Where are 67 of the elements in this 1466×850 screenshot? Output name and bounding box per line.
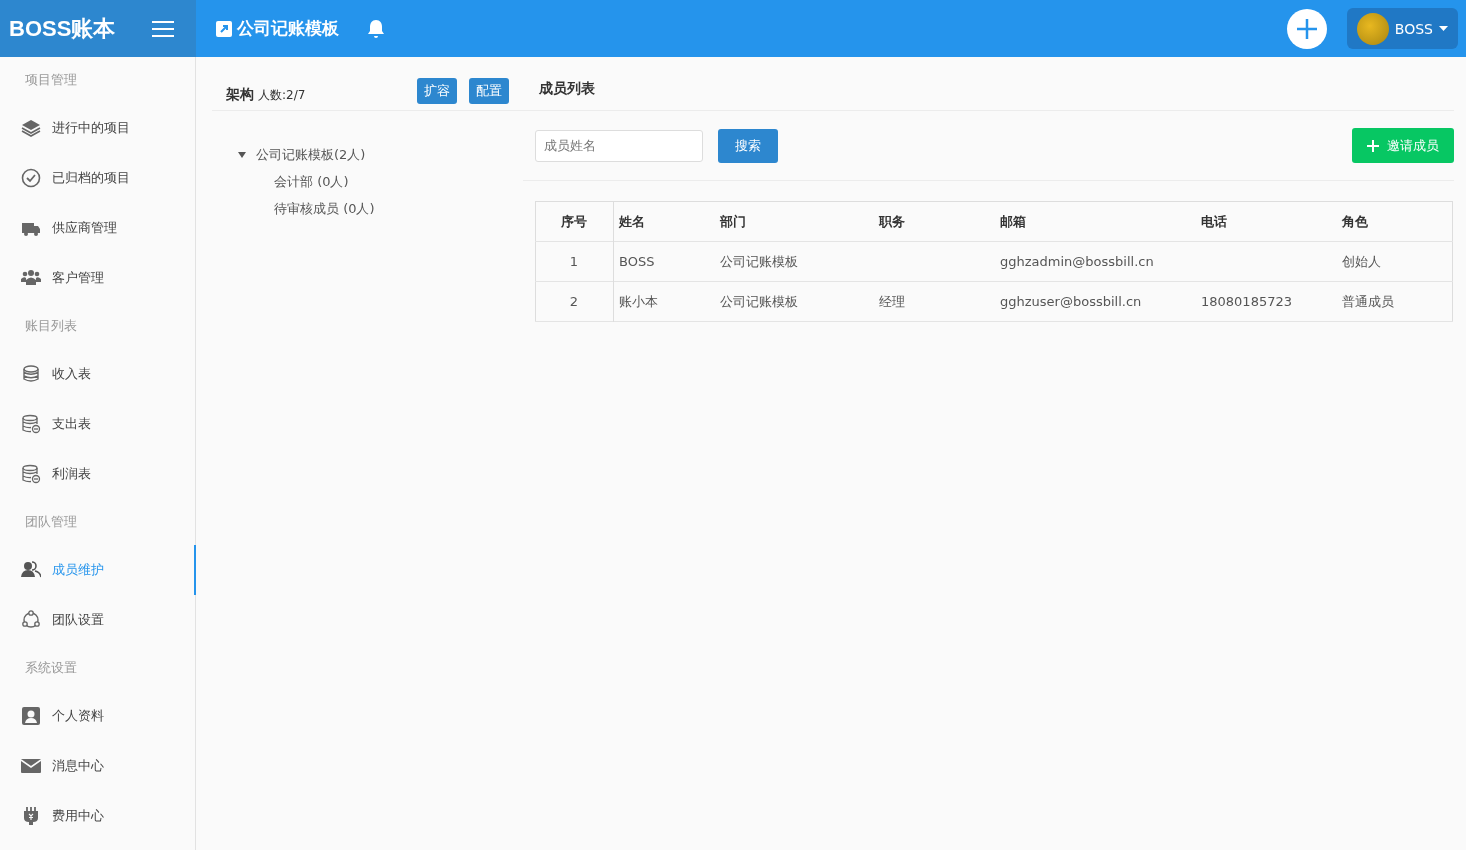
panel-button[interactable]: 扩容 [417,78,457,104]
table-cell: gghzadmin@bossbill.cn [995,241,1196,282]
table-cell: 公司记账模板 [715,241,874,282]
add-button[interactable] [1286,8,1327,49]
panel-button[interactable]: 配置 [469,78,509,104]
column-header: 角色 [1337,201,1453,242]
sidebar-item[interactable]: 个人资料 [0,691,195,741]
circle-nodes-icon [21,610,41,630]
table-cell: 普通成员 [1337,281,1453,322]
sidebar-item[interactable]: 收入表 [0,349,195,399]
column-header: 部门 [715,201,874,242]
member-count: 人数:2/7 [258,87,306,104]
column-header: 职务 [874,201,995,242]
sidebar-item[interactable]: 进行中的项目 [0,103,195,153]
sidebar-item[interactable]: 费用中心 [0,791,195,841]
users-icon [21,268,41,288]
bell-icon[interactable] [367,18,385,39]
sidebar-item[interactable]: 供应商管理 [0,203,195,253]
section-heading: 项目管理 [24,71,78,89]
table-cell: 18080185723 [1196,281,1337,322]
sidebar-item[interactable]: 客户管理 [0,253,195,303]
table-cell: 经理 [874,281,995,322]
plus-icon [1295,17,1318,40]
plus-icon [1367,139,1379,152]
caret-icon [1439,26,1448,31]
menu-icon[interactable] [152,20,174,37]
database-icon [21,364,41,384]
table-cell: BOSS [613,241,715,282]
sidebar-item[interactable]: 消息中心 [0,741,195,791]
id-card-icon [21,706,41,726]
external-link-icon[interactable] [216,20,232,37]
column-header: 电话 [1196,201,1337,242]
tree-item[interactable]: 待审核成员 (0人) [274,199,375,218]
panel-title: 成员列表 [539,80,595,98]
tree-item[interactable]: 会计部 (0人) [274,172,349,191]
database-minus-icon [21,464,41,484]
table-cell: gghzuser@bossbill.cn [995,281,1196,322]
avatar-circle [1356,12,1389,45]
column-header: 姓名 [613,201,715,242]
section-heading: 系统设置 [24,659,78,677]
envelope-icon [21,756,41,776]
project-title: 公司记账模板 [237,17,339,40]
table-cell: 账小本 [613,281,715,322]
layers-icon [21,118,41,138]
caret-icon[interactable] [238,151,248,158]
sidebar-item[interactable]: 已归档的项目 [0,153,195,203]
section-heading: 账目列表 [24,317,78,335]
tree-item[interactable]: 公司记账模板(2人) [256,145,366,164]
search-button[interactable]: 搜索 [718,128,778,163]
user-pair-icon [21,560,41,580]
panel-title: 架构 [226,86,254,104]
table-cell: 创始人 [1337,241,1453,282]
search-field[interactable]: 成员姓名 [535,129,703,162]
column-header: 邮箱 [995,201,1196,242]
logo-text: BOSS账本 [9,14,116,43]
column-header: 序号 [535,201,614,242]
sidebar-item[interactable]: 支出表 [0,399,195,449]
plug-icon [21,806,41,826]
table-cell: 2 [535,281,614,322]
database-minus-icon [21,414,41,434]
sidebar-item[interactable]: 团队设置 [0,595,195,645]
user-menu-button[interactable]: BOSS [1346,8,1458,49]
table-cell: 1 [535,241,614,282]
check-circle-icon [21,168,41,188]
table-cell: 公司记账模板 [715,281,874,322]
section-heading: 团队管理 [24,513,78,531]
sidebar-item[interactable]: 利润表 [0,449,195,499]
